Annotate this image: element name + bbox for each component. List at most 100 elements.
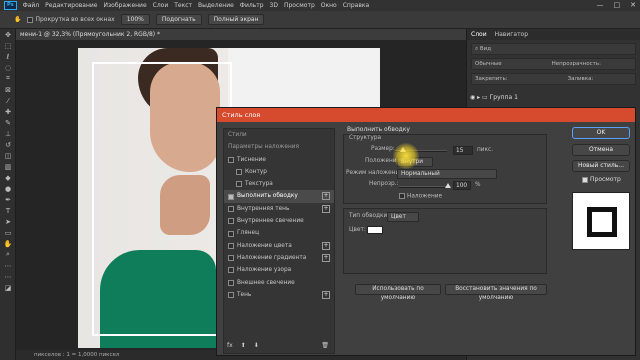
effect-checkbox[interactable]: [228, 279, 234, 286]
scroll-all-option[interactable]: Прокрутка во всех окнах: [27, 16, 115, 23]
move-tool-icon[interactable]: ✥: [0, 29, 16, 40]
effect-checkbox[interactable]: [228, 242, 234, 249]
move-down-icon[interactable]: ⬇: [254, 342, 259, 352]
layer-filter-search[interactable]: ⌕ Вид: [471, 43, 636, 55]
marquee-tool-icon[interactable]: ⬚: [0, 40, 16, 51]
effect-item[interactable]: Внутренняя тень +: [224, 203, 334, 215]
effect-checkbox[interactable]: [228, 255, 234, 262]
effect-checkbox[interactable]: [228, 205, 234, 212]
size-input[interactable]: 15: [453, 146, 473, 155]
preview-option[interactable]: Просмотр: [582, 176, 621, 183]
document-tab[interactable]: мени-1 @ 32,3% (Прямоугольник 2, RGB/8) …: [16, 29, 466, 40]
effect-item[interactable]: Наложение узора: [224, 264, 334, 276]
menu-image[interactable]: Изображение: [104, 2, 147, 9]
blending-options-item[interactable]: Параметры наложения: [224, 141, 334, 153]
quick-select-tool-icon[interactable]: ◌: [0, 62, 16, 73]
effect-item[interactable]: Внешнее свечение: [224, 277, 334, 289]
zoom-100-button[interactable]: 100%: [120, 14, 150, 25]
cancel-button[interactable]: Отмена: [572, 144, 630, 156]
zoom-tool-icon[interactable]: ⌕: [0, 249, 16, 260]
add-effect-icon[interactable]: +: [322, 241, 330, 250]
ok-button[interactable]: OK: [572, 127, 630, 139]
effect-item[interactable]: Глянец: [224, 227, 334, 239]
overprint-checkbox[interactable]: [399, 193, 405, 199]
tab-layers[interactable]: Слои: [471, 29, 487, 40]
effect-checkbox[interactable]: [228, 156, 234, 163]
menu-3d[interactable]: 3D: [270, 2, 278, 9]
edit-toolbar-icon[interactable]: ⋯: [0, 271, 16, 282]
dodge-tool-icon[interactable]: ●: [0, 183, 16, 194]
overprint-option[interactable]: Наложение: [399, 193, 442, 200]
menu-filter[interactable]: Фильтр: [240, 2, 264, 9]
effect-checkbox[interactable]: [228, 193, 234, 200]
styles-header[interactable]: Стили: [224, 129, 334, 141]
layer-row-group[interactable]: ◉ ▸ ▭ Группа 1: [470, 92, 636, 104]
effect-item[interactable]: Текстура: [224, 178, 334, 190]
rectangle-tool-icon[interactable]: ▭: [0, 227, 16, 238]
reset-default-button[interactable]: Восстановить значения по умолчанию: [445, 284, 547, 301]
opacity-slider[interactable]: [399, 186, 451, 188]
menu-text[interactable]: Текст: [174, 2, 192, 9]
hand-tool-icon[interactable]: ✋: [0, 238, 16, 249]
menu-view[interactable]: Просмотр: [284, 2, 315, 9]
lasso-tool-icon[interactable]: ℓ: [0, 51, 16, 62]
effect-checkbox[interactable]: [228, 230, 234, 237]
add-effect-icon[interactable]: +: [322, 192, 330, 201]
minimize-icon[interactable]: —: [597, 1, 604, 9]
effect-checkbox[interactable]: [228, 267, 234, 274]
effect-checkbox[interactable]: [228, 292, 234, 298]
crop-tool-icon[interactable]: ⌗: [0, 73, 16, 84]
maximize-icon[interactable]: □: [614, 1, 621, 9]
fullscreen-button[interactable]: Полный экран: [207, 14, 265, 25]
frame-tool-icon[interactable]: ⊠: [0, 84, 16, 95]
color-swatches-icon[interactable]: ◪: [0, 282, 16, 293]
menu-help[interactable]: Справка: [343, 2, 369, 9]
trash-icon[interactable]: 🗑: [321, 342, 329, 352]
effect-item[interactable]: Наложение градиента +: [224, 252, 334, 264]
hand-tool-icon[interactable]: ✋: [14, 16, 21, 23]
add-effect-icon[interactable]: +: [322, 290, 330, 299]
fit-screen-button[interactable]: Подогнать: [155, 14, 202, 25]
lock-row[interactable]: Закрепить: Заливка:: [471, 73, 636, 85]
effect-item[interactable]: Наложение цвета +: [224, 240, 334, 252]
type-tool-icon[interactable]: T: [0, 205, 16, 216]
healing-tool-icon[interactable]: ✚: [0, 106, 16, 117]
effect-item[interactable]: Контур: [224, 166, 334, 178]
move-up-icon[interactable]: ⬆: [241, 342, 246, 352]
menu-layers[interactable]: Слои: [153, 2, 169, 9]
effect-checkbox[interactable]: [228, 218, 234, 225]
brush-tool-icon[interactable]: ✎: [0, 117, 16, 128]
fx-icon[interactable]: fx: [227, 342, 233, 352]
menu-window[interactable]: Окно: [321, 2, 337, 9]
add-effect-icon[interactable]: +: [322, 253, 330, 262]
menu-select[interactable]: Выделение: [198, 2, 234, 9]
blur-tool-icon[interactable]: ◆: [0, 172, 16, 183]
eyedropper-tool-icon[interactable]: ⁄: [0, 95, 16, 106]
effect-item[interactable]: Внутреннее свечение: [224, 215, 334, 227]
eye-icon[interactable]: ◉ ▸ ▭: [470, 94, 490, 101]
effect-item[interactable]: Тиснение: [224, 154, 334, 166]
more-tools-icon[interactable]: ⋯: [0, 260, 16, 271]
fill-type-select[interactable]: Цвет: [387, 212, 419, 222]
effect-item[interactable]: Тень +: [224, 289, 334, 301]
opacity-slider-thumb[interactable]: [445, 183, 451, 188]
menu-edit[interactable]: Редактирование: [45, 2, 97, 9]
path-select-tool-icon[interactable]: ➤: [0, 216, 16, 227]
make-default-button[interactable]: Использовать по умолчанию: [355, 284, 441, 301]
preview-checkbox[interactable]: [582, 176, 588, 183]
close-icon[interactable]: ✕: [630, 1, 636, 9]
opacity-input[interactable]: 100: [453, 181, 471, 190]
scroll-all-checkbox[interactable]: [27, 16, 34, 23]
history-brush-tool-icon[interactable]: ↺: [0, 139, 16, 150]
effect-item[interactable]: Выполнить обводку +: [224, 190, 334, 203]
stroke-color-swatch[interactable]: [367, 226, 383, 234]
blend-mode-select[interactable]: Обычные Непрозрачность:: [471, 58, 636, 70]
tab-navigator[interactable]: Навигатор: [495, 29, 528, 40]
stamp-tool-icon[interactable]: ⊥: [0, 128, 16, 139]
gradient-tool-icon[interactable]: ▥: [0, 161, 16, 172]
new-style-button[interactable]: Новый стиль...: [572, 160, 630, 172]
blend-mode-select[interactable]: Нормальный: [397, 169, 497, 179]
add-effect-icon[interactable]: +: [322, 204, 330, 213]
effect-checkbox[interactable]: [236, 169, 242, 176]
effect-checkbox[interactable]: [236, 181, 242, 188]
